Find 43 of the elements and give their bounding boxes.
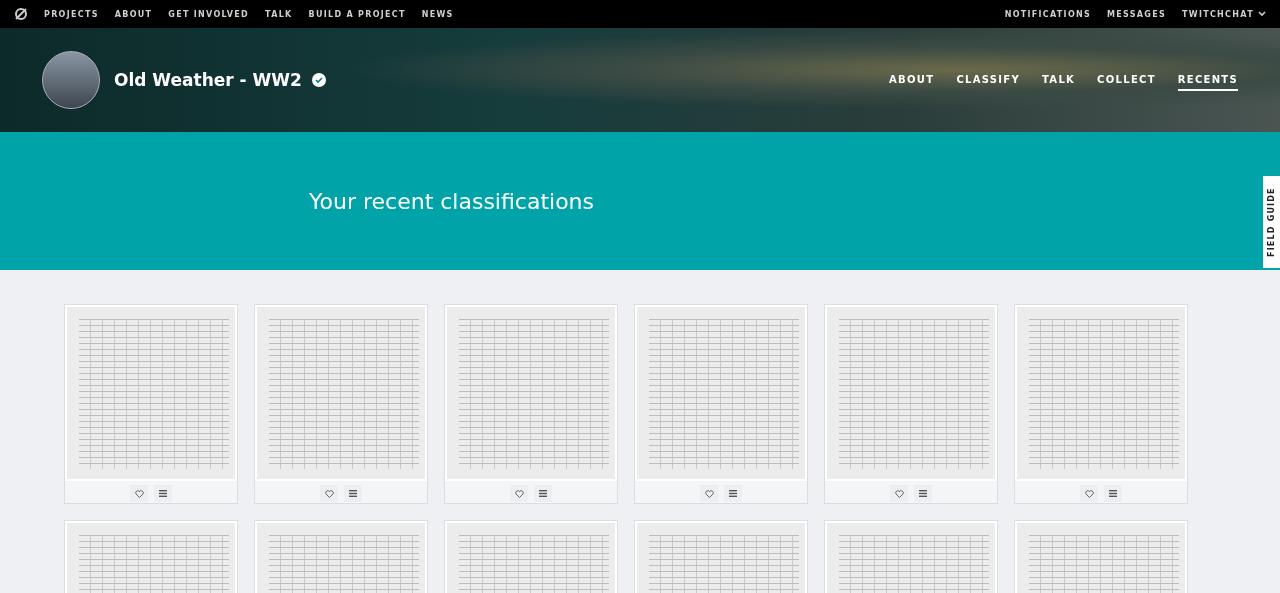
- user-menu[interactable]: TWITCHCHAT: [1182, 9, 1266, 19]
- list-icon: [539, 490, 547, 497]
- collect-button[interactable]: [724, 485, 742, 502]
- list-icon: [159, 490, 167, 497]
- nav-link[interactable]: TALK: [265, 9, 293, 19]
- field-guide-tab[interactable]: FIELD GUIDE: [1263, 176, 1280, 268]
- favorite-button[interactable]: [510, 485, 528, 502]
- collect-button[interactable]: [534, 485, 552, 502]
- list-icon: [729, 490, 737, 497]
- nav-link[interactable]: PROJECTS: [44, 9, 99, 19]
- heart-icon: [894, 489, 904, 498]
- project-title: Old Weather - WW2: [114, 70, 302, 90]
- heart-icon: [1084, 489, 1094, 498]
- nav-link[interactable]: GET INVOLVED: [168, 9, 249, 19]
- nav-link[interactable]: NOTIFICATIONS: [1004, 9, 1092, 19]
- favorite-button[interactable]: [1080, 485, 1098, 502]
- project-tab[interactable]: CLASSIFY: [956, 69, 1020, 91]
- verified-check-icon: [311, 73, 326, 87]
- collect-button[interactable]: [344, 485, 362, 502]
- chevron-down-icon: [1258, 10, 1266, 17]
- nav-link[interactable]: BUILD A PROJECT: [308, 9, 406, 19]
- heart-icon: [514, 489, 524, 498]
- favorite-button[interactable]: [700, 485, 718, 502]
- collect-button[interactable]: [154, 485, 172, 502]
- project-tab[interactable]: COLLECT: [1097, 69, 1156, 91]
- favorite-button[interactable]: [320, 485, 338, 502]
- heart-icon: [134, 489, 144, 498]
- list-icon: [349, 490, 357, 497]
- project-tab[interactable]: ABOUT: [889, 69, 935, 91]
- favorite-button[interactable]: [890, 485, 908, 502]
- project-tab[interactable]: RECENTS: [1177, 69, 1238, 91]
- nav-link[interactable]: NEWS: [421, 9, 454, 19]
- list-icon: [1109, 490, 1117, 497]
- favorite-button[interactable]: [130, 485, 148, 502]
- heart-icon: [324, 489, 334, 498]
- collect-button[interactable]: [1104, 485, 1122, 502]
- nav-link[interactable]: MESSAGES: [1107, 9, 1167, 19]
- page-heading: Your recent classifications: [309, 188, 594, 214]
- list-icon: [919, 490, 927, 497]
- collect-button[interactable]: [914, 485, 932, 502]
- project-tab[interactable]: TALK: [1042, 69, 1076, 91]
- heart-icon: [704, 489, 714, 498]
- nav-link[interactable]: ABOUT: [114, 9, 153, 19]
